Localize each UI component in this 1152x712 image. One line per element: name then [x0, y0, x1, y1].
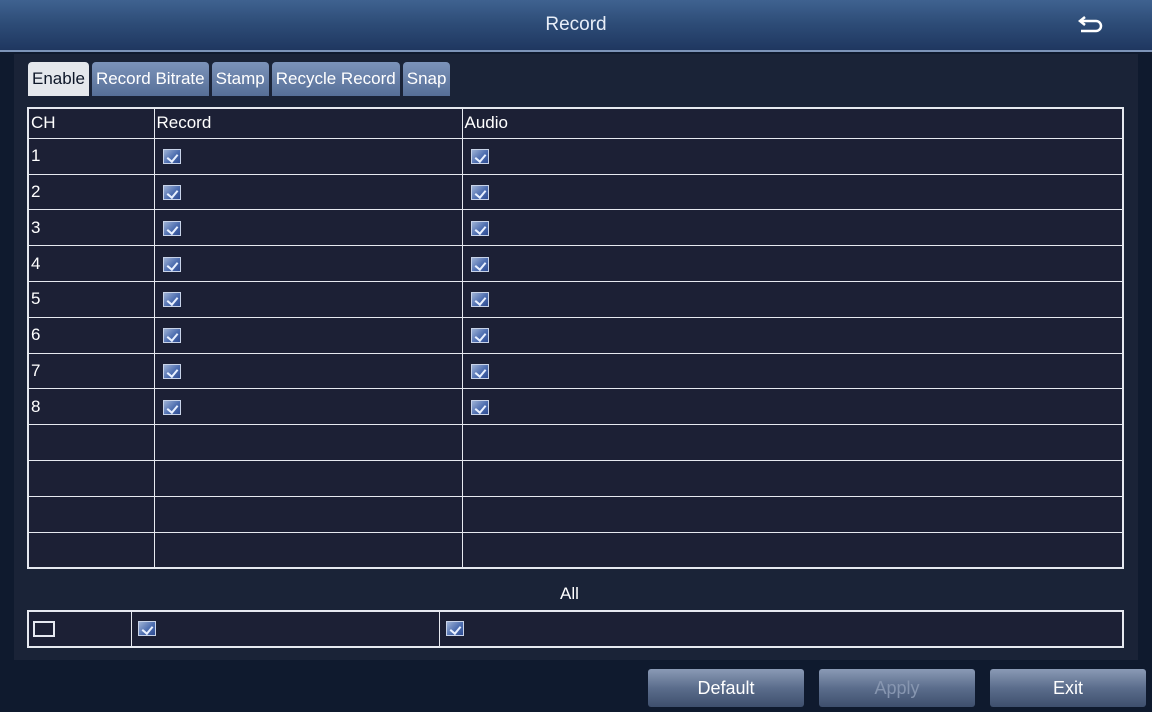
audio-cell	[461, 316, 1124, 354]
header-record: Record	[153, 107, 463, 139]
channel-number: 2	[27, 173, 155, 211]
empty-cell	[153, 495, 463, 533]
select-all-checkbox[interactable]	[33, 620, 55, 637]
audio-cell	[461, 137, 1124, 175]
record-cell	[153, 245, 463, 282]
record-cell	[153, 137, 463, 175]
table-row: 1	[27, 137, 1124, 175]
table-row: 4	[27, 245, 1124, 282]
return-arrow-icon[interactable]	[1072, 13, 1108, 39]
record-checkbox[interactable]	[162, 399, 181, 415]
channel-number: 5	[27, 280, 155, 318]
audio-checkbox[interactable]	[470, 149, 489, 165]
title-bar: Record	[0, 0, 1152, 52]
table-header: CH Record Audio	[27, 107, 1124, 139]
empty-cell	[27, 531, 155, 569]
all-record-cell	[130, 610, 440, 648]
audio-checkbox[interactable]	[470, 292, 489, 308]
header-audio: Audio	[461, 107, 1124, 139]
record-checkbox[interactable]	[162, 149, 181, 165]
table-row: 7	[27, 352, 1124, 390]
audio-checkbox[interactable]	[470, 328, 489, 344]
all-label: All	[560, 584, 579, 603]
exit-button[interactable]: Exit	[990, 669, 1146, 707]
apply-button[interactable]: Apply	[819, 669, 975, 707]
record-checkbox[interactable]	[162, 184, 181, 200]
empty-row	[27, 460, 1124, 497]
default-button[interactable]: Default	[648, 669, 804, 707]
record-cell	[153, 209, 463, 247]
audio-checkbox[interactable]	[470, 184, 489, 200]
audio-checkbox[interactable]	[470, 363, 489, 379]
channel-table: CH Record Audio 1 2 3 4 5 6 7 8	[27, 107, 1124, 569]
table-row: 3	[27, 209, 1124, 247]
tab-record-bitrate[interactable]: Record Bitrate	[91, 62, 209, 96]
window-title: Record	[545, 14, 607, 35]
audio-cell	[461, 209, 1124, 247]
empty-cell	[461, 531, 1124, 569]
record-cell	[153, 173, 463, 211]
channel-number: 4	[27, 245, 155, 282]
all-audio-cell	[438, 610, 1124, 648]
empty-cell	[153, 460, 463, 497]
empty-cell	[461, 460, 1124, 497]
audio-cell	[461, 173, 1124, 211]
empty-cell	[461, 424, 1124, 461]
empty-cell	[27, 495, 155, 533]
empty-row	[27, 531, 1124, 569]
channel-number: 8	[27, 388, 155, 426]
audio-checkbox[interactable]	[470, 256, 489, 272]
record-checkbox[interactable]	[162, 292, 181, 308]
record-checkbox[interactable]	[162, 328, 181, 344]
all-record-checkbox[interactable]	[137, 621, 156, 637]
empty-cell	[27, 460, 155, 497]
empty-row	[27, 424, 1124, 461]
audio-cell	[461, 388, 1124, 426]
table-row: 8	[27, 388, 1124, 426]
table-row: 2	[27, 173, 1124, 211]
record-cell	[153, 280, 463, 318]
tab-enable[interactable]: Enable	[28, 62, 89, 96]
record-checkbox[interactable]	[162, 220, 181, 236]
channel-number: 6	[27, 316, 155, 354]
record-checkbox[interactable]	[162, 363, 181, 379]
empty-row	[27, 495, 1124, 533]
tab-stamp[interactable]: Stamp	[211, 62, 269, 96]
table-row: 6	[27, 316, 1124, 354]
header-ch: CH	[27, 107, 155, 139]
channel-number: 1	[27, 137, 155, 175]
tab-recycle-record[interactable]: Recycle Record	[271, 62, 400, 96]
channel-number: 7	[27, 352, 155, 390]
empty-cell	[153, 424, 463, 461]
empty-cell	[27, 424, 155, 461]
record-cell	[153, 316, 463, 354]
record-cell	[153, 352, 463, 390]
empty-cell	[153, 531, 463, 569]
tab-bar: Enable Record Bitrate Stamp Recycle Reco…	[28, 62, 453, 96]
tab-snap[interactable]: Snap	[402, 62, 451, 96]
record-cell	[153, 388, 463, 426]
empty-cell	[461, 495, 1124, 533]
all-row	[27, 610, 1124, 648]
audio-cell	[461, 352, 1124, 390]
select-all-cell	[27, 610, 132, 648]
audio-cell	[461, 245, 1124, 282]
channel-number: 3	[27, 209, 155, 247]
audio-checkbox[interactable]	[470, 220, 489, 236]
audio-checkbox[interactable]	[470, 399, 489, 415]
table-row: 5	[27, 280, 1124, 318]
all-audio-checkbox[interactable]	[445, 621, 464, 637]
record-checkbox[interactable]	[162, 256, 181, 272]
audio-cell	[461, 280, 1124, 318]
